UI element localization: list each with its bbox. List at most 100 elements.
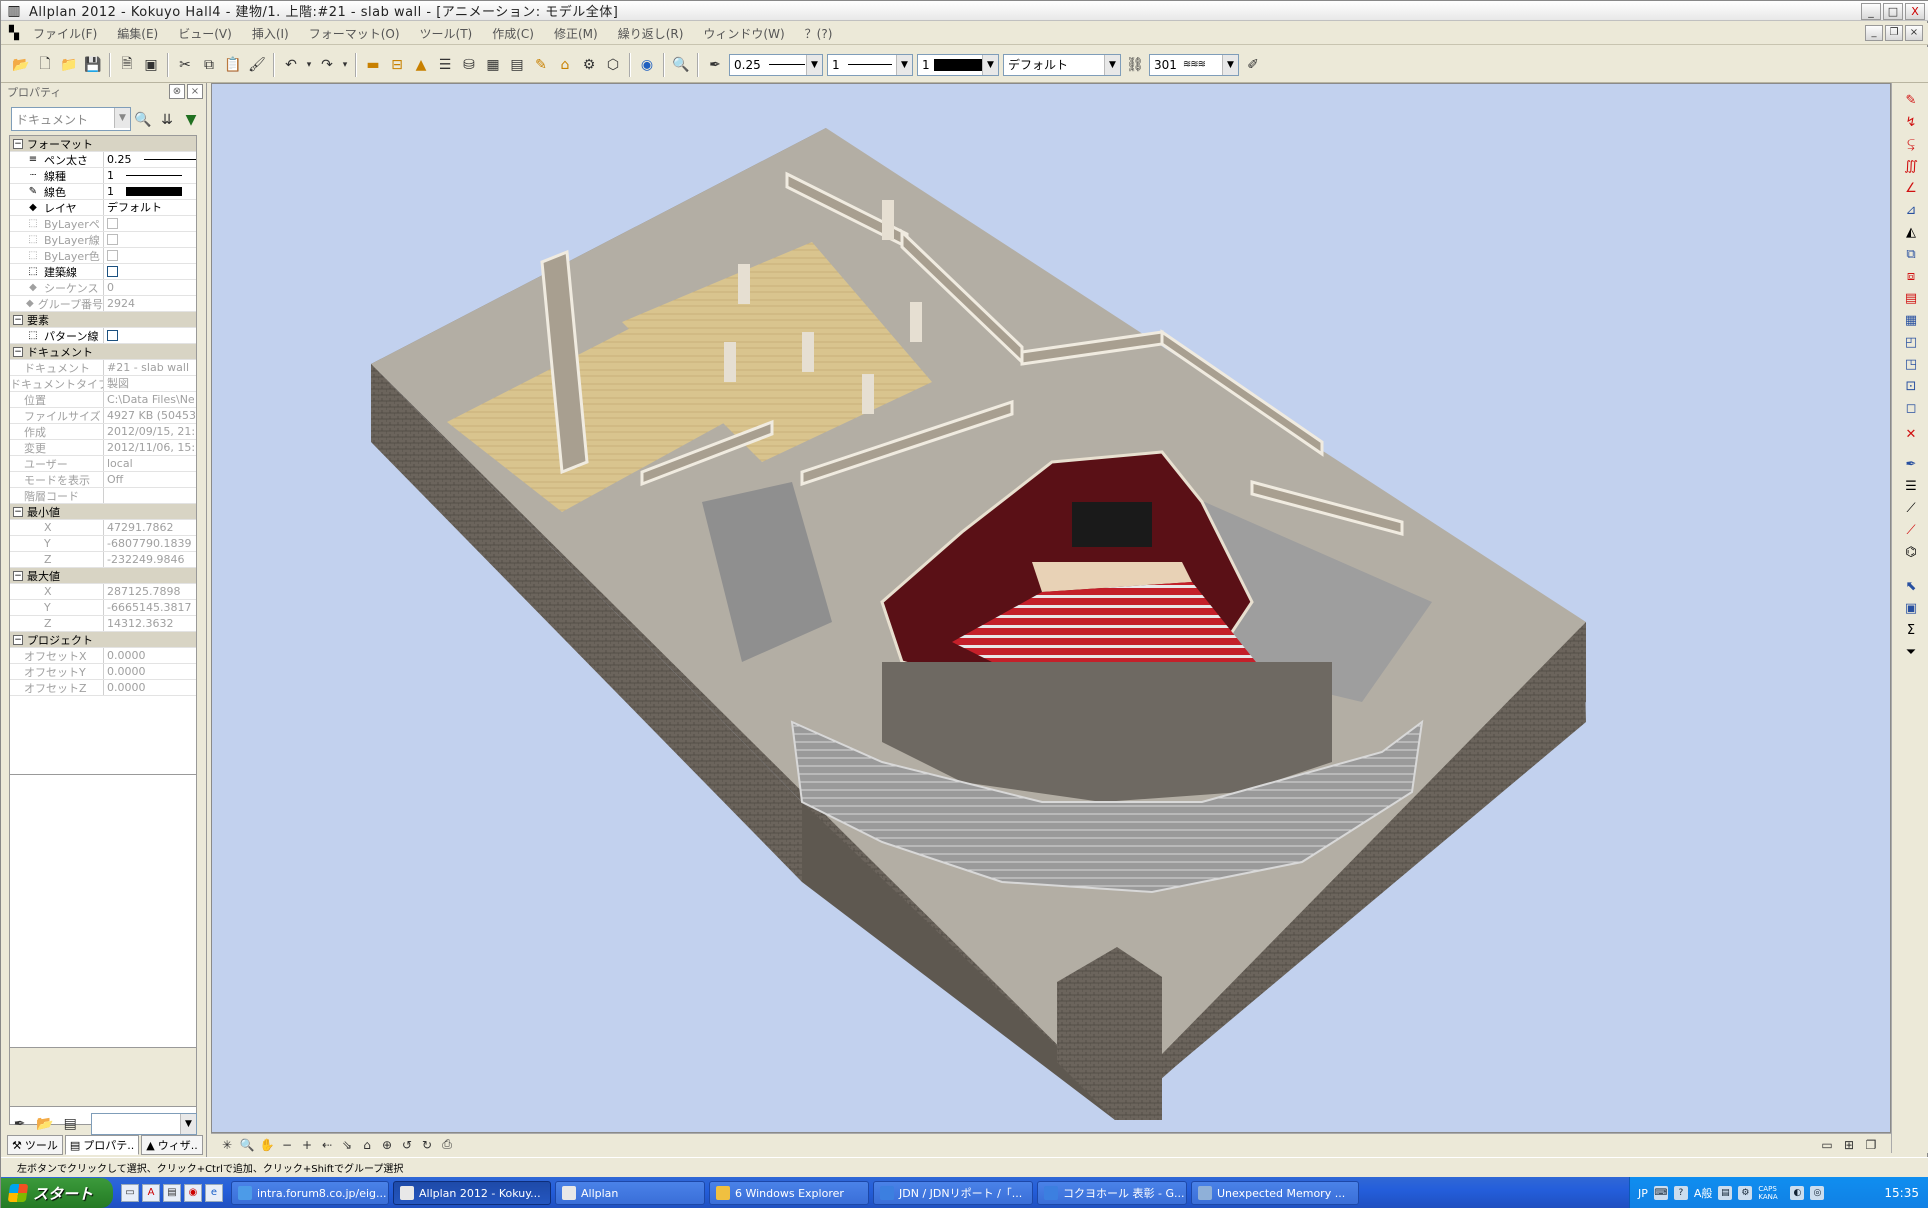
filter-icon[interactable]: ▼ (182, 109, 200, 131)
section-header[interactable]: − フォーマット (10, 136, 196, 152)
delete-x-icon[interactable]: ✕ (1900, 425, 1922, 445)
navigate-icon[interactable]: ✳ (218, 1136, 236, 1154)
save-icon[interactable]: 💾 (82, 54, 104, 76)
menu-file[interactable]: ファイル(F) (23, 25, 107, 42)
property-row[interactable]: ⬚ パターン線 (10, 328, 196, 344)
favorites-select[interactable]: ▼ (90, 1113, 197, 1135)
zoom-element-icon[interactable]: 🔍 (134, 109, 152, 131)
stretch-icon[interactable]: ◭ (1900, 223, 1922, 243)
select-icon[interactable]: ⬉ (1900, 577, 1922, 597)
collapse-icon[interactable]: − (13, 138, 23, 149)
property-row[interactable]: ≡ ペン太さ 0.25 (10, 152, 196, 168)
tool-icon[interactable]: ⚙ (1738, 1186, 1753, 1200)
palette-close-icon[interactable]: × (187, 84, 203, 99)
input-method-icon[interactable]: ⌨ (1653, 1186, 1668, 1200)
plot-icon[interactable]: ▦ (482, 54, 504, 76)
orbit-icon[interactable]: ⊕ (378, 1136, 396, 1154)
mirror-icon[interactable]: ⥹ (1900, 135, 1922, 155)
menu-create[interactable]: 作成(C) (482, 25, 544, 42)
undo-icon[interactable]: ↶ (280, 54, 302, 76)
menu-format[interactable]: フォーマット(O) (299, 25, 410, 42)
taskbar-task[interactable]: Allplan (555, 1181, 705, 1205)
title-bar[interactable]: ▥ Allplan 2012 - Kokuyo Hall4 - 建物/1. 上階… (1, 1, 1928, 21)
globe-icon[interactable]: ◉ (636, 54, 658, 76)
ungroup-icon[interactable]: ◳ (1900, 355, 1922, 375)
window-maximize-icon[interactable]: ⊞ (1840, 1136, 1858, 1154)
taskbar-task[interactable]: コクヨホール 表彰 - G... (1037, 1181, 1187, 1205)
open-fileset-icon[interactable]: ⛁ (458, 54, 480, 76)
line-type-select[interactable]: 1 ▼ (827, 53, 913, 76)
ruler-icon[interactable]: ▬ (362, 54, 384, 76)
property-row[interactable]: ┈ 線種 1 (10, 168, 196, 184)
modify-points-icon[interactable]: ⊡ (1900, 377, 1922, 397)
menu-help[interactable]: ？(?) (795, 25, 843, 42)
wizard-icon[interactable]: ✎ (530, 54, 552, 76)
print-icon[interactable]: ▣ (140, 54, 162, 76)
desktop-icon[interactable]: ▭ (121, 1184, 139, 1202)
palette-filter-select[interactable]: ドキュメント ▼ (11, 107, 131, 131)
new-file-icon[interactable]: 🗋 (34, 54, 56, 76)
section-header[interactable]: − 最小値 (10, 504, 196, 520)
eyedropper-icon[interactable]: ✒ (10, 1113, 29, 1135)
image-icon[interactable]: ▤ (506, 54, 528, 76)
collapse-icon[interactable]: − (13, 570, 23, 581)
collapse-icon[interactable]: − (13, 346, 23, 357)
property-checkbox[interactable] (107, 266, 118, 277)
layer-icon[interactable]: ☰ (434, 54, 456, 76)
pick-format-icon[interactable]: ✒ (1900, 455, 1922, 475)
doc-close-button[interactable]: × (1905, 25, 1923, 41)
extend-icon[interactable]: ⟋ (1900, 521, 1922, 541)
acrobat-icon[interactable]: A (142, 1184, 160, 1202)
previous-view-icon[interactable]: ⇠ (318, 1136, 336, 1154)
undo-dropdown-icon[interactable]: ▾ (304, 54, 314, 76)
property-row[interactable]: ◆ レイヤ デフォルト (10, 200, 196, 216)
redo-dropdown-icon[interactable]: ▾ (340, 54, 350, 76)
pin-icon[interactable]: ⊗ (169, 84, 185, 99)
help-icon[interactable]: ? (1673, 1186, 1688, 1200)
property-row[interactable]: ⬚ 建築線 (10, 264, 196, 280)
menu-tools[interactable]: ツール(T) (410, 25, 483, 42)
cut-icon[interactable]: ✂ (174, 54, 196, 76)
zoom-icon[interactable]: 🔍 (238, 1136, 256, 1154)
menu-edit[interactable]: 編集(E) (107, 25, 168, 42)
explorer-icon[interactable]: ▤ (163, 1184, 181, 1202)
copy-move-icon[interactable]: ↯ (1900, 113, 1922, 133)
pan-icon[interactable]: ✋ (258, 1136, 276, 1154)
zoom-in-icon[interactable]: + (298, 1136, 316, 1154)
edit-text-icon[interactable]: ◻ (1900, 399, 1922, 419)
taskbar-task[interactable]: JDN / JDNリポート /「... (873, 1181, 1033, 1205)
section-header[interactable]: − ドキュメント (10, 344, 196, 360)
next-view-icon[interactable]: ⇘ (338, 1136, 356, 1154)
format-properties-icon[interactable]: ✐ (1242, 54, 1264, 76)
transfer-icon[interactable]: ▦ (1900, 311, 1922, 331)
taskbar-task[interactable]: 6 Windows Explorer (709, 1181, 869, 1205)
line-props-icon[interactable]: ☰ (1900, 477, 1922, 497)
pen-thickness-select[interactable]: 0.25 ▼ (729, 53, 823, 76)
library-icon[interactable]: ▤ (61, 1113, 80, 1135)
redo-icon[interactable]: ↷ (316, 54, 338, 76)
animation-viewport[interactable] (211, 83, 1891, 1133)
copy-layer-icon[interactable]: ⧉ (1900, 245, 1922, 265)
window-tile-icon[interactable]: ▭ (1818, 1136, 1836, 1154)
doc-minimize-button[interactable]: _ (1865, 25, 1883, 41)
document-icon[interactable]: ▚ (5, 26, 23, 41)
print-preview-icon[interactable]: 🗎 (116, 54, 138, 76)
eyedropper-icon[interactable]: ✒ (704, 54, 726, 76)
rotate-right-icon[interactable]: ↻ (418, 1136, 436, 1154)
rotate-icon[interactable]: ∠ (1900, 179, 1922, 199)
security-icon[interactable]: ◎ (1810, 1186, 1825, 1200)
select-filter-icon[interactable]: ▣ (1900, 599, 1922, 619)
sum-icon[interactable]: Σ (1900, 621, 1922, 641)
menu-insert[interactable]: 挿入(I) (242, 25, 299, 42)
group-icon[interactable]: ◰ (1900, 333, 1922, 353)
menu-view[interactable]: ビュー(V) (168, 25, 242, 42)
mirror-copy-icon[interactable]: ⊿ (1900, 201, 1922, 221)
funnel-icon[interactable]: ⏷ (1900, 643, 1922, 663)
taskbar-task[interactable]: Allplan 2012 - Kokuy... (393, 1181, 551, 1205)
tab-wizard[interactable]: ▲ ウィザ.. (141, 1135, 203, 1155)
zoom-window-icon[interactable]: 🔍 (670, 54, 692, 76)
clock[interactable]: 15:35 (1884, 1186, 1919, 1200)
open-project-icon[interactable]: 📂 (10, 54, 32, 76)
property-checkbox[interactable] (107, 330, 118, 341)
ie-icon[interactable]: e (205, 1184, 223, 1202)
